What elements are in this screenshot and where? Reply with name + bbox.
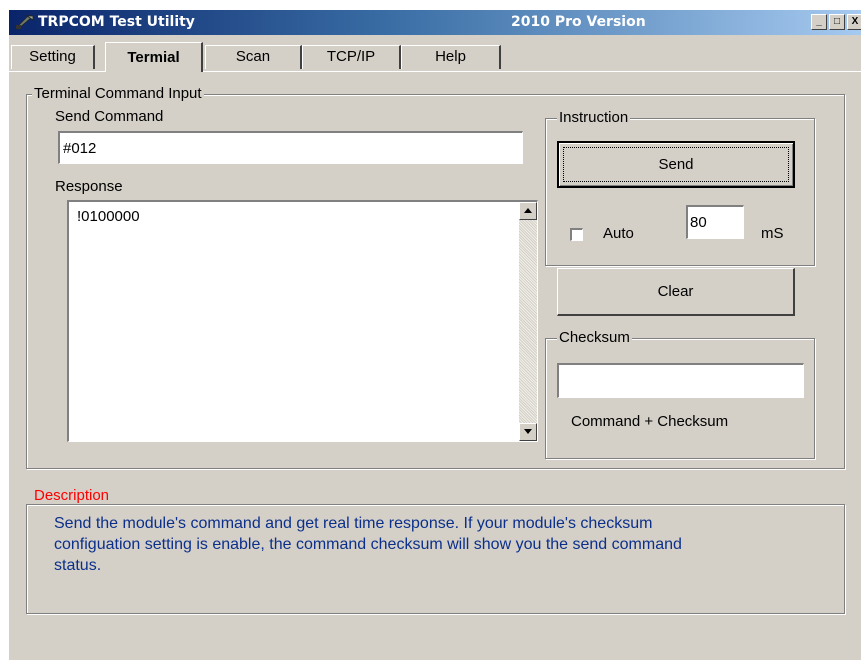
checksum-caption: Command + Checksum: [571, 413, 729, 430]
auto-checkbox[interactable]: [570, 228, 583, 241]
interval-unit: mS: [761, 225, 784, 242]
description-line-2: configuation setting is enable, the comm…: [54, 536, 682, 553]
tab-tcpip[interactable]: TCP/IP: [302, 45, 401, 69]
app-icon: [13, 14, 35, 31]
scroll-up-button[interactable]: [519, 202, 537, 220]
checksum-input[interactable]: [557, 363, 804, 398]
arrow-up-icon: [524, 208, 532, 213]
response-text: !0100000: [77, 208, 140, 225]
response-area[interactable]: !0100000: [67, 200, 538, 442]
terminal-group-label: Terminal Command Input: [32, 85, 204, 102]
description-line-1: Send the module's command and get real t…: [54, 515, 653, 532]
description-line-3: status.: [54, 557, 102, 574]
auto-label: Auto: [603, 225, 634, 242]
checksum-group-label: Checksum: [557, 329, 632, 346]
checksum-group: [545, 338, 815, 459]
tab-terminal[interactable]: Termial: [105, 42, 203, 72]
description-group-label: Description: [32, 487, 112, 504]
tab-scan[interactable]: Scan: [205, 45, 302, 69]
version-label: 2010 Pro Version: [511, 14, 646, 30]
send-button[interactable]: Send: [557, 141, 795, 188]
interval-input[interactable]: [686, 205, 744, 239]
tab-help[interactable]: Help: [401, 45, 501, 69]
title-bar[interactable]: TRPCOM Test Utility 2010 Pro Version _ □…: [9, 10, 861, 35]
tab-setting[interactable]: Setting: [11, 45, 95, 69]
minimize-icon: _: [816, 16, 822, 27]
instruction-group-label: Instruction: [557, 109, 631, 126]
maximize-icon: □: [833, 16, 841, 27]
tab-strip: Setting Termial Scan TCP/IP Help: [9, 35, 861, 77]
clear-button[interactable]: Clear: [557, 268, 795, 316]
maximize-button[interactable]: □: [829, 14, 845, 30]
response-scrollbar[interactable]: [519, 202, 537, 441]
minimize-button[interactable]: _: [811, 14, 827, 30]
focus-rect: [563, 147, 789, 182]
response-label: Response: [55, 178, 123, 195]
close-icon: X: [851, 16, 859, 27]
window-title: TRPCOM Test Utility: [38, 14, 195, 30]
close-button[interactable]: X: [847, 14, 861, 30]
scroll-down-button[interactable]: [519, 423, 537, 441]
arrow-down-icon: [524, 429, 532, 434]
clear-button-label: Clear: [657, 282, 694, 300]
send-command-label: Send Command: [55, 108, 164, 125]
app-window: TRPCOM Test Utility 2010 Pro Version _ □…: [8, 10, 861, 660]
send-command-input[interactable]: [58, 131, 523, 164]
